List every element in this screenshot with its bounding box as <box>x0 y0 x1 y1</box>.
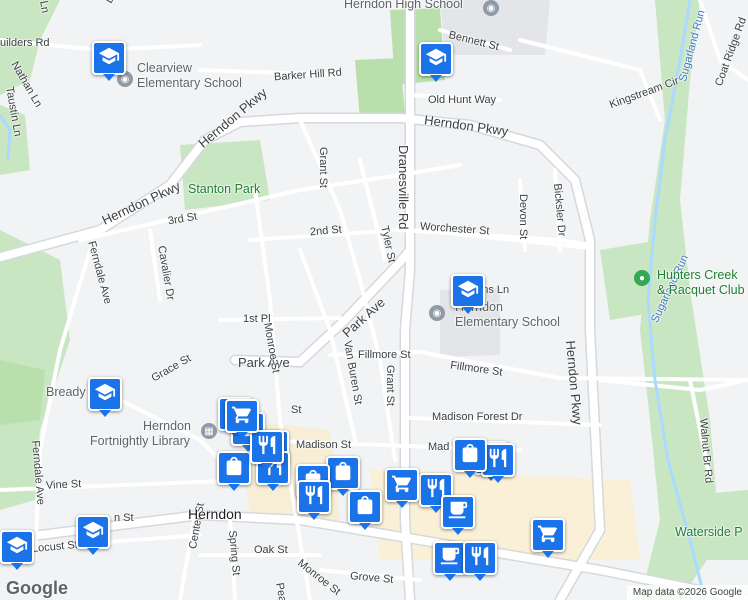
shopping-bag-pin-3[interactable] <box>326 456 360 496</box>
label-top-ln: Ln <box>37 0 52 14</box>
shopping-bag-icon <box>332 460 354 487</box>
shopping-cart-icon <box>391 472 413 499</box>
label-madison-forest-dr: Madison Forest Dr <box>432 411 523 423</box>
map-canvas[interactable]: Herndon Pkwy Herndon Pkwy Herndon Pkwy H… <box>0 0 748 600</box>
cafe-pin-1[interactable] <box>441 495 475 535</box>
school-pin-southwest[interactable] <box>76 515 110 555</box>
google-logo: Google <box>6 578 68 598</box>
graduation-cap-icon <box>425 46 447 73</box>
shopping-bag-icon <box>459 442 481 469</box>
school-field-2 <box>355 58 405 120</box>
label-old-hunt-way: Old Hunt Way <box>428 94 497 106</box>
label-madison-st: Madison St <box>296 439 352 451</box>
label-dranesville-rd: Dranesville Rd <box>396 145 411 230</box>
graduation-cap-icon <box>6 534 28 561</box>
label-herndon-elem-line2[interactable]: Elementary School <box>455 316 560 329</box>
shopping-cart-icon <box>537 522 559 549</box>
label-clearview-line1[interactable]: Clearview <box>137 62 192 75</box>
shopping-bag-icon <box>223 455 245 482</box>
coffee-cup-icon <box>447 499 469 526</box>
graduation-cap-icon <box>94 381 116 408</box>
label-hunters-creek-line2[interactable]: & Racquet Club <box>657 284 745 297</box>
restaurant-pin-7[interactable] <box>463 541 497 581</box>
grocery-pin-1[interactable] <box>385 468 419 508</box>
label-waterside[interactable]: Waterside P <box>675 526 743 539</box>
label-st-fragment: St <box>291 404 302 416</box>
grocery-pin-4[interactable] <box>531 518 565 558</box>
first-pl-road <box>218 316 342 322</box>
label-stanton-park[interactable]: Stanton Park <box>188 183 260 196</box>
school-landmark-icon[interactable]: ◉ <box>483 0 499 16</box>
school-landmark-icon-elem[interactable]: ◉ <box>429 305 445 321</box>
fork-knife-icon <box>256 434 278 461</box>
label-madison-fragment: Mad <box>428 441 450 453</box>
school-pin-bready[interactable] <box>88 377 122 417</box>
label-library-line1[interactable]: Herndon <box>143 420 191 433</box>
shopping-bag-pin-4[interactable] <box>348 490 382 530</box>
school-pin-edge[interactable] <box>0 530 34 570</box>
map-attribution[interactable]: Map data ©2026 Google <box>626 585 748 600</box>
label-grant-st-north: Grant St <box>317 147 329 188</box>
library-landmark-icon[interactable]: ▦ <box>201 423 217 439</box>
label-builders-rd: uilders Rd <box>0 37 50 49</box>
graduation-cap-icon <box>82 519 104 546</box>
coffee-cup-icon <box>439 545 461 572</box>
label-fillmore-st-west: Fillmore St <box>358 349 411 361</box>
shopping-bag-icon <box>354 494 376 521</box>
restaurant-pin-2[interactable] <box>297 480 331 520</box>
fork-knife-icon <box>469 545 491 572</box>
grocery-pin-3[interactable] <box>225 399 259 439</box>
school-pin-clearview[interactable] <box>92 41 126 81</box>
shopping-bag-pin-1[interactable] <box>217 451 251 491</box>
school-pin-high-school[interactable] <box>419 42 453 82</box>
graduation-cap-icon <box>457 278 479 305</box>
label-grant-st-south: Grant St <box>384 365 396 406</box>
label-bready[interactable]: Bready <box>46 386 86 399</box>
label-elden-st: n St <box>114 512 134 524</box>
graduation-cap-icon <box>98 45 120 72</box>
shopping-bag-pin-7[interactable] <box>453 438 487 478</box>
fork-knife-icon <box>303 484 325 511</box>
label-oak-st: Oak St <box>254 544 288 556</box>
label-hunters-creek-line1[interactable]: Hunters Creek <box>657 269 738 282</box>
cafe-pin-2[interactable] <box>433 541 467 581</box>
label-vine-st: Vine St <box>45 478 82 492</box>
label-library-line2[interactable]: Fortnightly Library <box>90 435 190 448</box>
label-park-ave-west: Park Ave <box>238 355 290 370</box>
fork-knife-icon <box>487 447 509 474</box>
shopping-cart-icon <box>231 403 253 430</box>
park-area-west-mid <box>0 360 45 425</box>
hunters-creek-pin-icon[interactable]: ● <box>634 270 650 286</box>
label-devon-st: Devon St <box>517 194 529 240</box>
label-clearview-line2[interactable]: Elementary School <box>137 77 242 90</box>
school-pin-herndon-elem[interactable] <box>451 274 485 314</box>
label-herndon-town: Herndon <box>188 506 242 522</box>
restaurant-pin-6[interactable] <box>250 430 284 470</box>
label-herndon-high-school[interactable]: Herndon High School <box>344 0 463 11</box>
